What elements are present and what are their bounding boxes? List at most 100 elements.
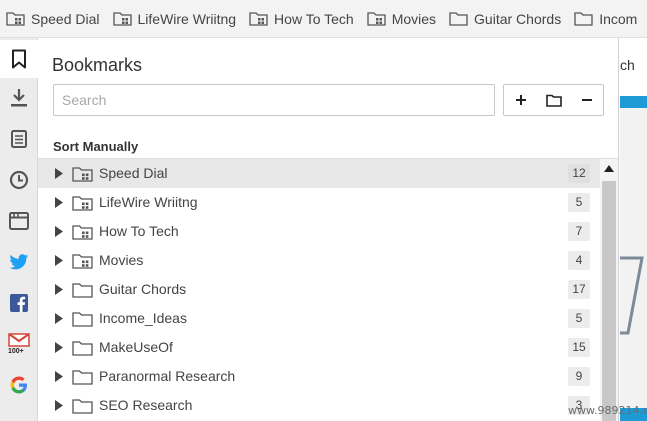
folder-icon (72, 370, 93, 385)
folder-icon (574, 12, 593, 26)
bookmark-bar-label: Incom (599, 10, 638, 27)
bookmark-folder-name: LifeWire Wriitng (99, 194, 198, 210)
panel-notes-button[interactable] (0, 120, 38, 158)
bookmark-bar-label: Speed Dial (31, 10, 100, 27)
webpage-background: ch (620, 38, 647, 421)
bookmark-folder-name: How To Tech (99, 223, 179, 239)
webpage-partial-text: ch (620, 57, 635, 73)
bookmark-bar-item-lifewire[interactable]: LifeWire Wriitng (107, 0, 244, 37)
panel-gmail-button[interactable]: 100+ (0, 325, 38, 363)
new-folder-button[interactable] (537, 85, 570, 115)
panel-history-button[interactable] (0, 161, 38, 199)
bookmark-folder-row[interactable]: LifeWire Wriitng 5 (38, 188, 600, 217)
add-bookmark-button[interactable] (504, 85, 537, 115)
bookmark-count-badge: 17 (568, 280, 590, 299)
bookmark-count-badge: 9 (568, 367, 590, 386)
expand-arrow-icon[interactable] (55, 226, 63, 237)
google-icon (10, 376, 27, 394)
bookmark-folder-name: Guitar Chords (99, 281, 187, 297)
bookmark-bar-item-speed-dial[interactable]: Speed Dial (0, 0, 107, 37)
bookmark-bar-item-guitar-chords[interactable]: Guitar Chords (443, 0, 568, 37)
sort-mode-button[interactable]: Sort Manually (53, 139, 138, 154)
bookmark-toolbar (503, 84, 604, 116)
speed-dial-folder-icon (112, 12, 132, 26)
bookmark-list: Speed Dial 12 LifeWire Wriitng 5 How To Tech… (38, 159, 600, 421)
plus-icon (515, 95, 526, 105)
minus-icon (581, 99, 592, 101)
bookmark-count-badge: 7 (568, 222, 590, 241)
window-icon (9, 212, 29, 230)
panel-downloads-button[interactable] (0, 79, 38, 117)
folder-icon (72, 399, 93, 414)
delete-bookmark-button[interactable] (570, 85, 603, 115)
new-folder-icon (545, 94, 562, 107)
bookmark-folder-row[interactable]: MakeUseOf 15 (38, 333, 600, 362)
webpage-illustration (620, 256, 644, 335)
expand-arrow-icon[interactable] (55, 313, 63, 324)
bookmarks-panel: Bookmarks Sort Manually Speed Dial 12 Life… (38, 38, 619, 421)
bookmark-folder-row[interactable]: Movies 4 (38, 246, 600, 275)
bookmark-count-badge: 4 (568, 251, 590, 270)
bookmark-bar-item-movies[interactable]: Movies (361, 0, 443, 37)
expand-arrow-icon[interactable] (55, 197, 63, 208)
panel-facebook-button[interactable] (0, 284, 38, 322)
panel-window-button[interactable] (0, 202, 38, 240)
bookmarks-icon (12, 49, 26, 69)
folder-icon (72, 283, 93, 298)
expand-arrow-icon[interactable] (55, 168, 63, 179)
bookmark-bar-item-how-to-tech[interactable]: How To Tech (243, 0, 361, 37)
scrollbar[interactable] (600, 159, 618, 421)
bookmark-bar-label: How To Tech (274, 10, 354, 27)
bookmark-folder-row[interactable]: Income_Ideas 5 (38, 304, 600, 333)
speed-dial-folder-icon (72, 225, 93, 240)
speed-dial-folder-icon (72, 167, 93, 182)
bookmark-folder-row[interactable]: Speed Dial 12 (38, 159, 600, 188)
history-icon (9, 170, 29, 190)
watermark: www.989214.com (568, 404, 647, 417)
panel-bookmarks-button[interactable] (0, 40, 38, 78)
bookmark-folder-name: Speed Dial (99, 165, 168, 181)
scrollbar-thumb[interactable] (602, 181, 616, 421)
expand-arrow-icon[interactable] (55, 400, 63, 411)
bookmark-search-input[interactable] (53, 84, 495, 116)
bookmark-folder-name: MakeUseOf (99, 339, 173, 355)
panel-title: Bookmarks (52, 55, 143, 75)
speed-dial-folder-icon (249, 12, 268, 26)
bookmark-count-badge: 5 (568, 193, 590, 212)
speed-dial-folder-icon (72, 254, 93, 269)
bookmark-count-badge: 5 (568, 309, 590, 328)
bookmark-folder-row[interactable]: Guitar Chords 17 (38, 275, 600, 304)
expand-arrow-icon[interactable] (55, 284, 63, 295)
expand-arrow-icon[interactable] (55, 371, 63, 382)
bookmark-bar-label: Guitar Chords (474, 10, 562, 27)
folder-icon (72, 312, 93, 327)
notes-icon (11, 130, 27, 148)
panel-bar: 100+ (0, 38, 38, 421)
bookmark-folder-name: Movies (99, 252, 144, 268)
bookmark-bar: Speed Dial LifeWire Wriitng How To Tech … (0, 0, 647, 38)
speed-dial-folder-icon (72, 196, 93, 211)
bookmark-folder-row[interactable]: Paranormal Research 9 (38, 362, 600, 391)
bookmark-folder-row[interactable]: How To Tech 7 (38, 217, 600, 246)
expand-arrow-icon[interactable] (55, 342, 63, 353)
bookmark-bar-item-income[interactable]: Incom (568, 0, 644, 37)
speed-dial-folder-icon (6, 12, 25, 26)
folder-icon (72, 341, 93, 356)
gmail-badge: 100+ (8, 348, 24, 355)
bookmark-bar-label: Movies (391, 10, 437, 27)
twitter-icon (9, 253, 29, 269)
bookmark-count-badge: 15 (568, 338, 590, 357)
bookmark-folder-name: Income_Ideas (99, 310, 187, 326)
bookmark-count-badge: 12 (568, 164, 590, 183)
facebook-icon (10, 294, 28, 312)
bookmark-folder-row[interactable]: SEO Research 3 (38, 391, 600, 420)
bookmark-folder-name: Paranormal Research (99, 368, 236, 384)
panel-google-button[interactable] (0, 366, 38, 404)
bookmark-bar-label: LifeWire Wriitng (137, 10, 237, 27)
downloads-icon (11, 89, 27, 107)
scroll-up-arrow-icon[interactable] (604, 165, 614, 172)
bookmark-folder-name: SEO Research (99, 397, 193, 413)
panel-twitter-button[interactable] (0, 243, 38, 281)
speed-dial-folder-icon (367, 12, 386, 26)
expand-arrow-icon[interactable] (55, 255, 63, 266)
